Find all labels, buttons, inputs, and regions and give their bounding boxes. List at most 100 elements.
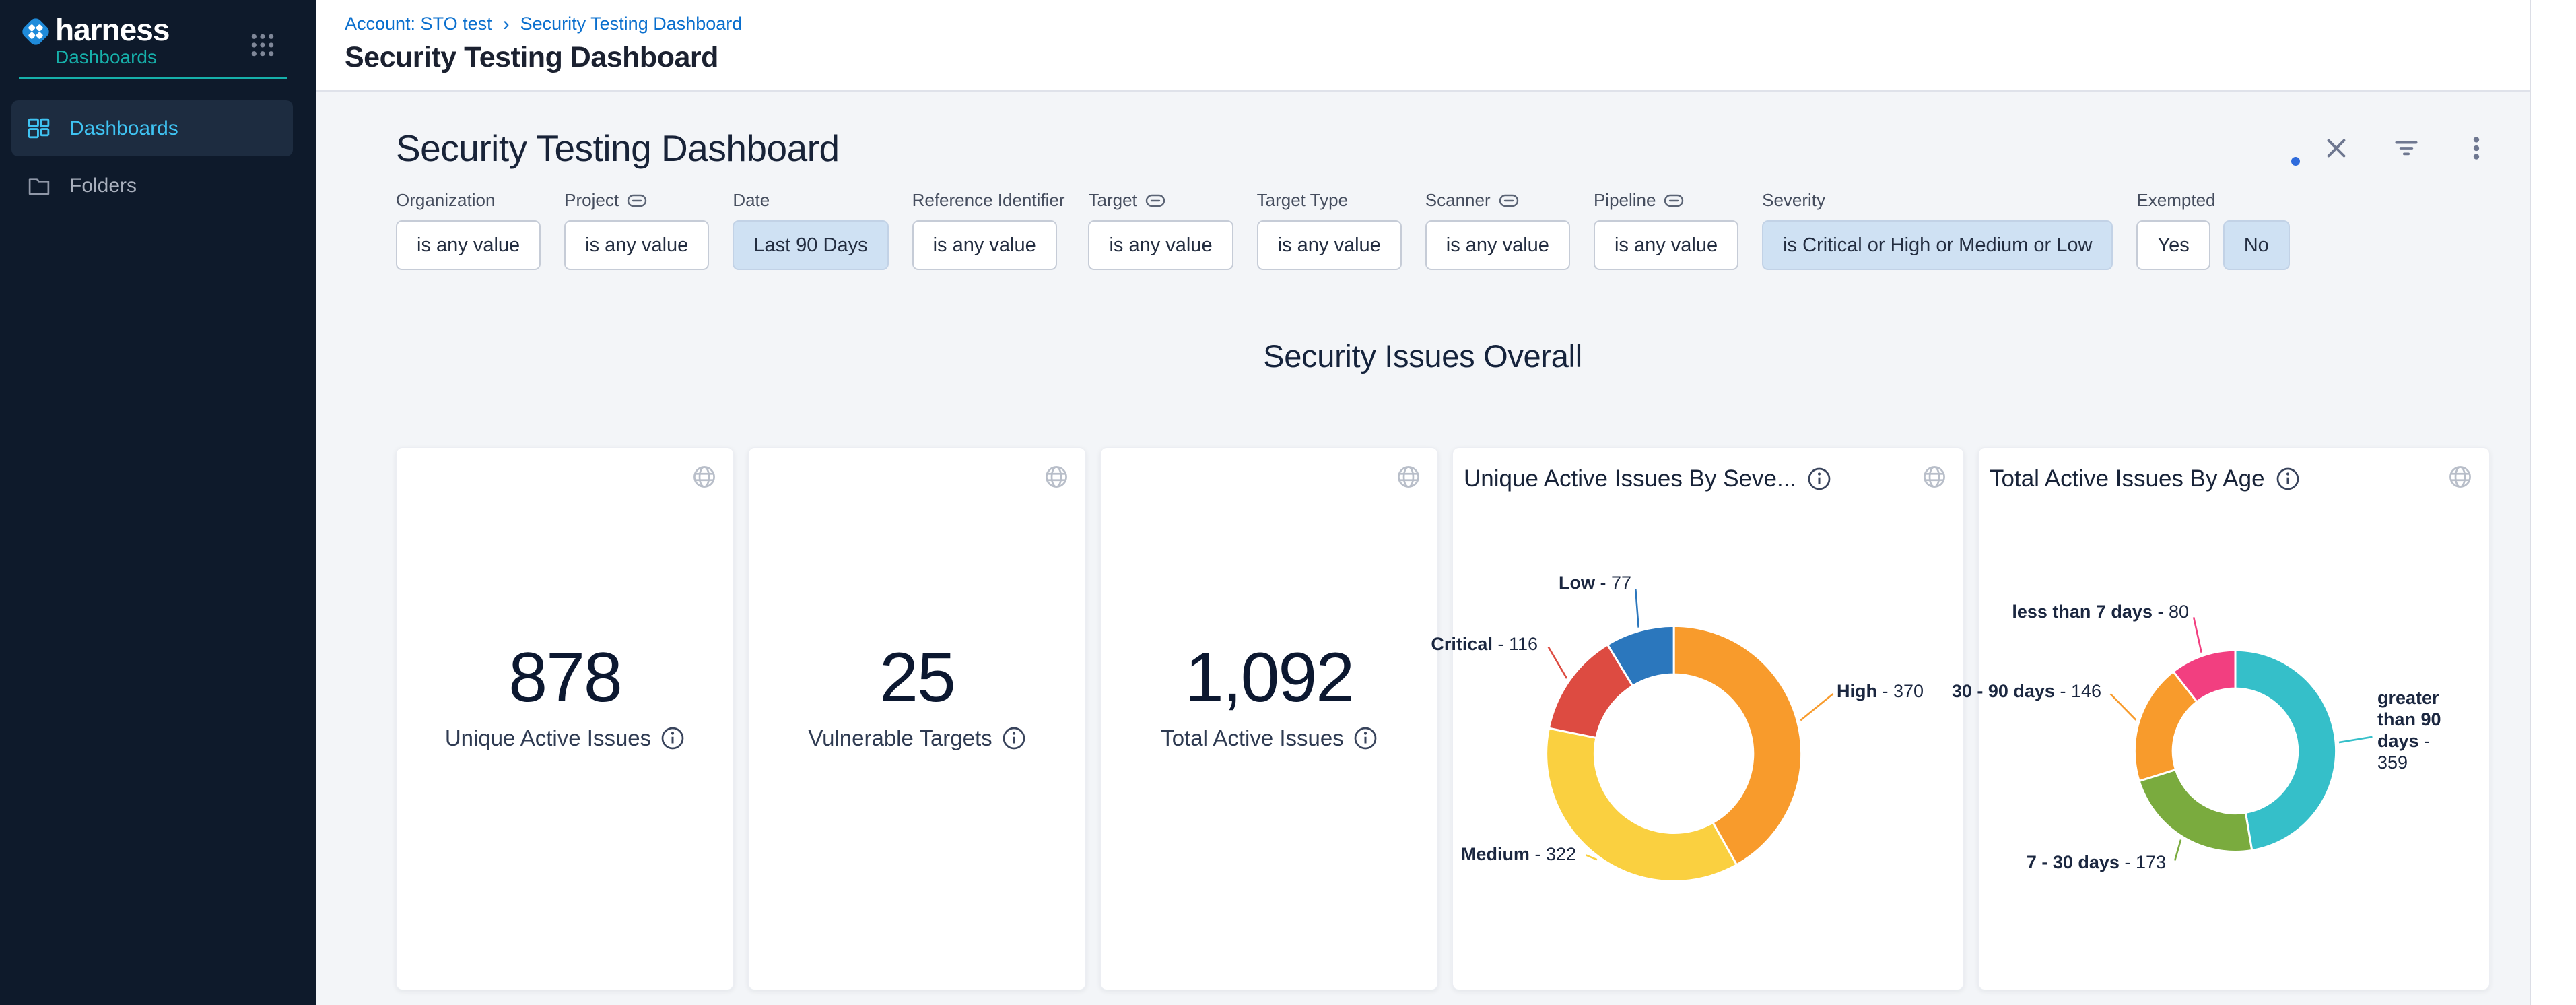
filter-group-target: Target is any value xyxy=(1088,190,1233,270)
stat-card-total-active-issues: 1,092 Total Active Issues xyxy=(1100,447,1438,990)
brand-module-label: Dashboards xyxy=(55,47,169,67)
cursor-dot xyxy=(2291,157,2300,166)
globe-icon xyxy=(1396,464,1421,490)
filter-group-project: Project is any value xyxy=(564,190,709,270)
more-options-button[interactable] xyxy=(2461,133,2492,164)
sidebar: harness Dashboards Dashboards xyxy=(0,0,316,1005)
apps-grid-icon[interactable] xyxy=(250,32,275,58)
donut-chart-1: greater than 90 days - 359 7 - 30 days - … xyxy=(1979,448,2489,990)
filter-chip-target-is-any-value[interactable]: is any value xyxy=(1088,220,1233,270)
brand-wordmark: harness xyxy=(55,13,169,46)
panel-actions xyxy=(2321,133,2492,164)
info-icon[interactable] xyxy=(660,726,685,750)
info-icon[interactable] xyxy=(1353,726,1378,750)
filter-chip-target-type-is-any-value[interactable]: is any value xyxy=(1257,220,1402,270)
label-leader-line xyxy=(2110,694,2136,720)
donut-label-critical: Critical - 116 xyxy=(1431,634,1538,655)
main-area: Account: STO test › Security Testing Das… xyxy=(316,0,2576,1005)
donut-label-less-than-7-days: less than 7 days - 80 xyxy=(2012,602,2189,623)
dashboards-icon xyxy=(27,116,52,141)
breadcrumb: Account: STO test › Security Testing Das… xyxy=(345,13,2530,34)
filter-label: Scanner xyxy=(1425,190,1570,211)
filter-label: Organization xyxy=(396,190,541,211)
sidebar-item-folders[interactable]: Folders xyxy=(11,166,293,206)
globe-button[interactable] xyxy=(1044,464,1069,490)
stat-label-row: Unique Active Issues xyxy=(397,725,733,751)
filter-group-date: Date Last 90 Days xyxy=(733,190,888,270)
scrollbar-track[interactable] xyxy=(2530,0,2576,1005)
link-icon xyxy=(1499,193,1519,208)
stat-label: Unique Active Issues xyxy=(445,725,651,751)
filter-chip-project-is-any-value[interactable]: is any value xyxy=(564,220,709,270)
sidebar-divider xyxy=(19,77,287,79)
donut-segment-7-30-days[interactable] xyxy=(2139,770,2251,852)
dashboard-panel-title: Security Testing Dashboard xyxy=(396,127,840,170)
filter-chip-pipeline-is-any-value[interactable]: is any value xyxy=(1594,220,1738,270)
filter-chip-exempted-yes[interactable]: Yes xyxy=(2136,220,2210,270)
donut-label-7-30-days: 7 - 30 days - 173 xyxy=(2027,852,2166,874)
stat-card-vulnerable-targets: 25 Vulnerable Targets xyxy=(748,447,1086,990)
stat-label: Total Active Issues xyxy=(1161,725,1343,751)
filter-label: Pipeline xyxy=(1594,190,1738,211)
info-icon[interactable] xyxy=(1002,726,1026,750)
section-title: Security Issues Overall xyxy=(316,337,2530,375)
stat-value: 878 xyxy=(397,638,733,718)
filter-label: Target xyxy=(1088,190,1233,211)
breadcrumb-account-link[interactable]: Account: STO test xyxy=(345,13,492,34)
folder-icon xyxy=(27,174,52,199)
label-leader-line xyxy=(1586,855,1596,860)
filter-chip-date-last-90-days[interactable]: Last 90 Days xyxy=(733,220,888,270)
globe-button[interactable] xyxy=(691,464,717,490)
filter-chip-organization-is-any-value[interactable]: is any value xyxy=(396,220,541,270)
label-leader-line xyxy=(1635,589,1638,628)
close-button[interactable] xyxy=(2321,133,2352,164)
filter-label: Target Type xyxy=(1257,190,1402,211)
filter-chip-scanner-is-any-value[interactable]: is any value xyxy=(1425,220,1570,270)
sidebar-header: harness Dashboards xyxy=(0,0,316,67)
harness-logo-icon xyxy=(19,15,53,48)
filter-button[interactable] xyxy=(2391,133,2422,164)
filter-label: Severity xyxy=(1762,190,2113,211)
sidebar-item-label: Folders xyxy=(69,174,137,197)
filter-label: Date xyxy=(733,190,888,211)
filter-group-reference-identifier: Reference Identifier is any value xyxy=(912,190,1065,270)
sidebar-nav: Dashboards Folders xyxy=(0,100,316,206)
stat-label: Vulnerable Targets xyxy=(808,725,992,751)
donut-label-greater-than-90-days: greater than 90 days - 359 xyxy=(2377,688,2454,773)
link-icon xyxy=(627,193,647,208)
label-leader-line xyxy=(1549,647,1567,678)
filter-label: Exempted xyxy=(2136,190,2289,211)
panel-header: Security Testing Dashboard xyxy=(316,93,2530,170)
filter-group-target-type: Target Type is any value xyxy=(1257,190,1402,270)
link-icon xyxy=(1664,193,1684,208)
filter-chip-exempted-no[interactable]: No xyxy=(2223,220,2290,270)
chart-card-issues-by-age: Total Active Issues By Age xyxy=(1978,447,2490,990)
filter-group-organization: Organization is any value xyxy=(396,190,541,270)
filter-group-severity: Severity is Critical or High or Medium or… xyxy=(1762,190,2113,270)
stat-value: 25 xyxy=(749,638,1085,718)
sidebar-item-dashboards[interactable]: Dashboards xyxy=(11,100,293,156)
donut-segment-greater-than-90-days[interactable] xyxy=(2235,650,2336,850)
filter-chip-reference-identifier-is-any-value[interactable]: is any value xyxy=(912,220,1057,270)
donut-chart-0: High - 370Medium - 322Critical - 116Low … xyxy=(1453,448,1963,990)
page-title: Security Testing Dashboard xyxy=(345,41,2530,74)
globe-icon xyxy=(1044,464,1069,490)
label-leader-line xyxy=(2194,617,2202,652)
donut-label-low: Low - 77 xyxy=(1559,573,1631,594)
globe-button[interactable] xyxy=(1396,464,1421,490)
label-leader-line xyxy=(2339,737,2372,742)
stat-card-unique-active-issues: 878 Unique Active Issues xyxy=(396,447,734,990)
globe-icon xyxy=(691,464,717,490)
donut-label-medium: Medium - 322 xyxy=(1461,844,1576,866)
breadcrumb-page-link[interactable]: Security Testing Dashboard xyxy=(520,13,743,34)
filter-group-exempted: Exempted Yes No xyxy=(2136,190,2289,270)
stat-value: 1,092 xyxy=(1101,638,1437,718)
filter-icon xyxy=(2391,133,2422,164)
filter-group-scanner: Scanner is any value xyxy=(1425,190,1570,270)
filter-chip-severity-is-critical-or-high-or-medium-or-low[interactable]: is Critical or High or Medium or Low xyxy=(1762,220,2113,270)
donut-segment-high[interactable] xyxy=(1674,626,1802,864)
dashboard-content: Security Testing Dashboard xyxy=(316,93,2530,1005)
kebab-icon xyxy=(2461,133,2492,164)
filter-label: Project xyxy=(564,190,709,211)
filter-label: Reference Identifier xyxy=(912,190,1065,211)
